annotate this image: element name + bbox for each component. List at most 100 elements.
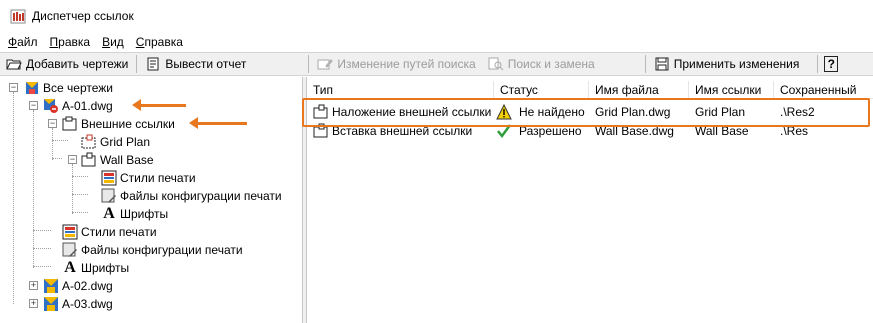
menu-edit-accel: П xyxy=(49,35,59,49)
toolbar-separator xyxy=(644,55,646,73)
tree-item-wall-base-fonts[interactable]: A Шрифты xyxy=(101,205,168,223)
tree-label: Все чертежи xyxy=(43,81,113,95)
menu-bar: Файл Правка Вид Справка xyxy=(0,32,195,52)
title-bar: Диспетчер ссылок xyxy=(0,0,873,32)
find-replace-button[interactable]: Поиск и замена xyxy=(482,53,601,75)
toolbar-separator xyxy=(308,55,310,73)
plot-styles-icon xyxy=(62,224,78,240)
apply-changes-button[interactable]: Применить изменения xyxy=(648,53,806,75)
path-edit-icon xyxy=(317,57,334,71)
font-icon: A xyxy=(103,205,115,222)
help-icon: ? xyxy=(824,56,839,72)
menu-edit[interactable]: Правка xyxy=(50,35,91,49)
apply-changes-label: Применить изменения xyxy=(673,57,800,71)
drawing-icon xyxy=(43,278,59,294)
menu-file-rest: айл xyxy=(17,35,38,49)
collapse-toggle[interactable]: − xyxy=(68,155,77,164)
tree-item-grid-plan[interactable]: Grid Plan xyxy=(81,133,150,151)
tree-item-a01-plot-styles[interactable]: Стили печати xyxy=(62,223,157,241)
window-title: Диспетчер ссылок xyxy=(32,9,134,23)
tree-item-xrefs[interactable]: Внешние ссылки xyxy=(62,115,175,133)
help-button[interactable]: ? xyxy=(820,53,842,75)
tree-connector xyxy=(33,230,51,231)
xref-folder-icon xyxy=(62,116,78,132)
collapse-toggle[interactable]: − xyxy=(48,119,57,128)
drawings-tree[interactable]: − − − − + + Все чертежи A-01.dwg Внешние… xyxy=(0,77,303,323)
tree-connector xyxy=(52,158,62,159)
tree-item-a03[interactable]: A-03.dwg xyxy=(43,295,113,313)
find-replace-icon xyxy=(488,57,504,71)
tree-connector xyxy=(33,248,51,249)
column-header-filename[interactable]: Имя файла xyxy=(589,81,689,99)
plot-config-icon xyxy=(62,242,78,258)
tree-item-a01-fonts[interactable]: A Шрифты xyxy=(62,259,129,277)
menu-view[interactable]: Вид xyxy=(102,35,124,49)
drawing-error-icon xyxy=(43,98,59,114)
font-icon: A xyxy=(64,259,76,276)
annotation-arrow xyxy=(132,99,186,111)
menu-help[interactable]: Справка xyxy=(136,35,183,49)
annotation-arrow xyxy=(189,117,247,129)
report-icon xyxy=(145,57,161,71)
collapse-toggle[interactable]: − xyxy=(9,83,18,92)
annotation-highlight xyxy=(302,98,870,127)
tree-connector xyxy=(72,176,88,177)
tree-label: Файлы конфигурации печати xyxy=(120,189,282,203)
add-drawings-label: Добавить чертежи xyxy=(26,57,129,71)
plot-config-icon xyxy=(101,188,117,204)
tree-connector xyxy=(13,92,14,304)
xref-icon xyxy=(81,152,97,168)
tree-label: Шрифты xyxy=(120,207,169,221)
tree-label: Grid Plan xyxy=(100,135,151,149)
find-replace-label: Поиск и замена xyxy=(507,57,595,71)
drawings-stack-icon xyxy=(24,80,40,96)
tree-label: A-02.dwg xyxy=(62,279,113,293)
tree-item-wall-base[interactable]: Wall Base xyxy=(81,151,154,169)
tree-label: Стили печати xyxy=(120,171,196,185)
menu-view-accel: В xyxy=(102,35,111,49)
column-header-refname[interactable]: Имя ссылки xyxy=(689,81,774,99)
drawing-icon xyxy=(43,296,59,312)
toolbar: Добавить чертежи Вывести отчет Изменение… xyxy=(0,52,873,76)
collapse-toggle[interactable]: − xyxy=(29,101,38,110)
toolbar-separator xyxy=(817,55,819,73)
save-icon xyxy=(654,57,670,71)
expand-toggle[interactable]: + xyxy=(29,281,38,290)
tree-item-a01-plot-configs[interactable]: Файлы конфигурации печати xyxy=(62,241,243,259)
change-search-paths-button[interactable]: Изменение путей поиска xyxy=(311,53,481,75)
add-drawings-button[interactable]: Добавить чертежи xyxy=(0,53,134,75)
tree-item-wall-base-plot-configs[interactable]: Файлы конфигурации печати xyxy=(101,187,282,205)
change-search-paths-label: Изменение путей поиска xyxy=(337,57,476,71)
column-header-type[interactable]: Тип xyxy=(307,81,494,99)
open-folder-icon xyxy=(6,57,22,71)
tree-connector xyxy=(52,140,68,141)
tree-label: Wall Base xyxy=(100,153,154,167)
tree-connector xyxy=(72,164,73,214)
tree-connector xyxy=(33,266,51,267)
grid-header: Тип Статус Имя файла Имя ссылки Сохранен… xyxy=(307,77,873,99)
references-grid[interactable]: Тип Статус Имя файла Имя ссылки Сохранен… xyxy=(302,77,873,323)
column-header-status[interactable]: Статус xyxy=(494,81,589,99)
tree-label: Стили печати xyxy=(81,225,157,239)
menu-file[interactable]: Файл xyxy=(8,35,38,49)
tree-label: Файлы конфигурации печати xyxy=(81,243,243,257)
menu-file-accel: Ф xyxy=(8,35,18,49)
menu-edit-rest: равка xyxy=(58,35,91,49)
tree-item-wall-base-plot-styles[interactable]: Стили печати xyxy=(101,169,196,187)
tree-connector xyxy=(52,128,53,160)
menu-view-rest: ид xyxy=(110,35,124,49)
tree-connector xyxy=(72,212,88,213)
column-header-saved-path[interactable]: Сохраненный xyxy=(774,81,873,99)
tree-label: Шрифты xyxy=(81,261,130,275)
tree-item-all-drawings[interactable]: Все чертежи xyxy=(24,79,113,97)
expand-toggle[interactable]: + xyxy=(29,299,38,308)
tree-label: A-03.dwg xyxy=(62,297,113,311)
tree-label: A-01.dwg xyxy=(62,99,113,113)
menu-help-rest: правка xyxy=(144,35,183,49)
tree-item-a02[interactable]: A-02.dwg xyxy=(43,277,113,295)
report-button[interactable]: Вывести отчет xyxy=(139,53,252,75)
plot-styles-icon xyxy=(101,170,117,186)
tree-item-a01[interactable]: A-01.dwg xyxy=(43,97,113,115)
tree-connector xyxy=(72,194,88,195)
app-icon xyxy=(10,8,26,24)
